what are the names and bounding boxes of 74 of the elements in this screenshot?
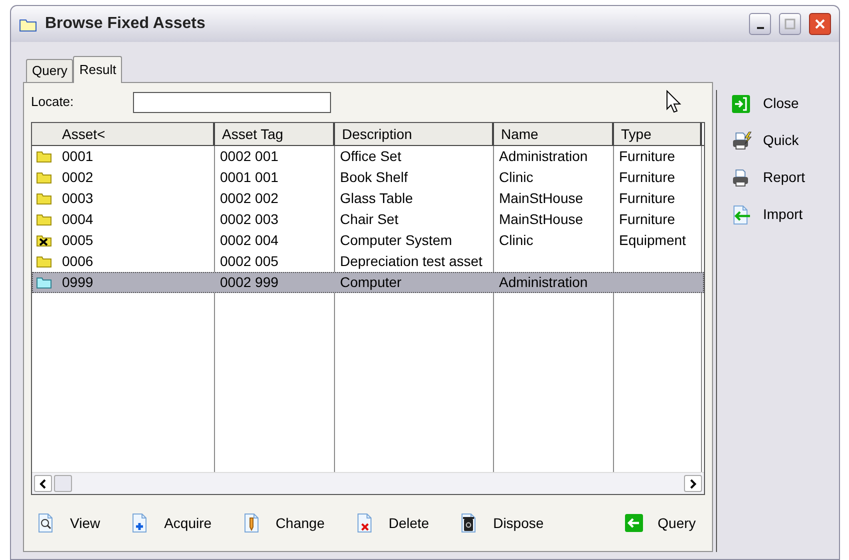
maximize-icon <box>784 18 796 30</box>
table-row[interactable]: 0004 0002 003 Chair Set MainStHouse Furniture <box>32 209 704 230</box>
table-cell-text: 0999 <box>62 273 94 292</box>
table-cell-text: Furniture <box>619 189 676 208</box>
close-icon <box>814 18 826 30</box>
column-header[interactable]: Type <box>614 123 702 145</box>
table-cell-text: 0002 004 <box>220 231 278 250</box>
scroll-right-button[interactable] <box>684 475 702 492</box>
import-button[interactable]: Import <box>731 204 806 225</box>
table-cell-text: 0002 003 <box>220 210 278 229</box>
table-cell-text: 0005 <box>62 231 94 250</box>
delete-button[interactable]: Delete <box>354 512 430 534</box>
arrow-document-icon <box>731 204 753 224</box>
table-cell-text: MainStHouse <box>499 210 584 229</box>
table-cell-text: 0002 001 <box>220 147 278 166</box>
column-header[interactable]: Description <box>335 123 494 145</box>
close-button[interactable] <box>809 13 831 35</box>
printer-lightning-icon <box>731 130 753 150</box>
acquire-button[interactable]: Acquire <box>130 512 212 534</box>
table-cell-text: Administration <box>499 147 588 166</box>
dispose-button[interactable]: Dispose <box>459 512 544 534</box>
table-cell-text: Clinic <box>499 168 534 187</box>
mouse-pointer-icon <box>666 90 682 114</box>
table-row[interactable]: 0001 0002 001 Office Set Administration Furniture <box>32 146 704 167</box>
table-row[interactable]: 0005 0002 004 Computer System Clinic Equipment <box>32 230 704 251</box>
window-title: Browse Fixed Assets <box>45 14 206 34</box>
table-cell-text: Book Shelf <box>340 168 408 187</box>
table-cell-text: 0002 002 <box>220 189 278 208</box>
table-cell-text: Furniture <box>619 147 676 166</box>
table-cell-text: 0004 <box>62 210 94 229</box>
table-row[interactable]: 0999 0002 999 Computer Administration <box>32 272 704 293</box>
table-cell-text: Computer <box>340 273 402 292</box>
table-row[interactable]: 0003 0002 002 Glass Table MainStHouse Furniture <box>32 188 704 209</box>
minimize-icon <box>756 27 764 29</box>
table-cell-text: Administration <box>499 273 588 292</box>
table-cell-text: 0001 <box>62 147 94 166</box>
maximize-button[interactable] <box>779 13 801 35</box>
table-cell-text: Office Set <box>340 147 402 166</box>
close-button[interactable]: Close <box>731 93 806 114</box>
table-row[interactable]: 0006 0002 005 Depreciation test asset <box>32 251 704 272</box>
change-button[interactable]: Change <box>242 512 325 534</box>
table-cell-text: 0003 <box>62 189 94 208</box>
table-cell-text: 0001 001 <box>220 168 278 187</box>
scroll-thumb[interactable] <box>54 475 72 492</box>
table-cell-text: Furniture <box>619 168 676 187</box>
table-cell-text: 0002 005 <box>220 252 278 271</box>
quick-button[interactable]: Quick <box>731 130 806 151</box>
tab[interactable]: Result <box>73 56 122 83</box>
column-header[interactable]: Name <box>494 123 614 145</box>
table-cell-text: 0002 999 <box>220 273 278 292</box>
table-cell-text: 0006 <box>62 252 94 271</box>
minimize-button[interactable] <box>749 13 771 35</box>
table-cell-text: Computer System <box>340 231 452 250</box>
scroll-left-button[interactable] <box>34 475 52 492</box>
horizontal-scrollbar[interactable] <box>32 472 704 494</box>
table-cell-text: Depreciation test asset <box>340 252 482 271</box>
locate-field[interactable] <box>133 92 331 112</box>
view-button[interactable]: View <box>36 512 100 534</box>
table-cell-text: MainStHouse <box>499 189 584 208</box>
column-header[interactable]: Asset Tag <box>215 123 335 145</box>
table-cell-text: Equipment <box>619 231 686 250</box>
exit-door-icon <box>731 94 753 114</box>
table-cell-text: Chair Set <box>340 210 398 229</box>
table-cell-text: Clinic <box>499 231 534 250</box>
tab[interactable]: Query <box>26 59 74 82</box>
table-row[interactable]: 0002 0001 001 Book Shelf Clinic Furniture <box>32 167 704 188</box>
column-header[interactable]: Asset< <box>32 123 215 145</box>
query-button[interactable]: Query <box>624 512 696 534</box>
table-cell-text: 0002 <box>62 168 94 187</box>
locate-label: Locate: <box>31 93 75 112</box>
report-button[interactable]: Report <box>731 167 806 188</box>
table-cell-text: Furniture <box>619 210 676 229</box>
table-cell-text: Glass Table <box>340 189 413 208</box>
folder-icon <box>19 16 37 32</box>
